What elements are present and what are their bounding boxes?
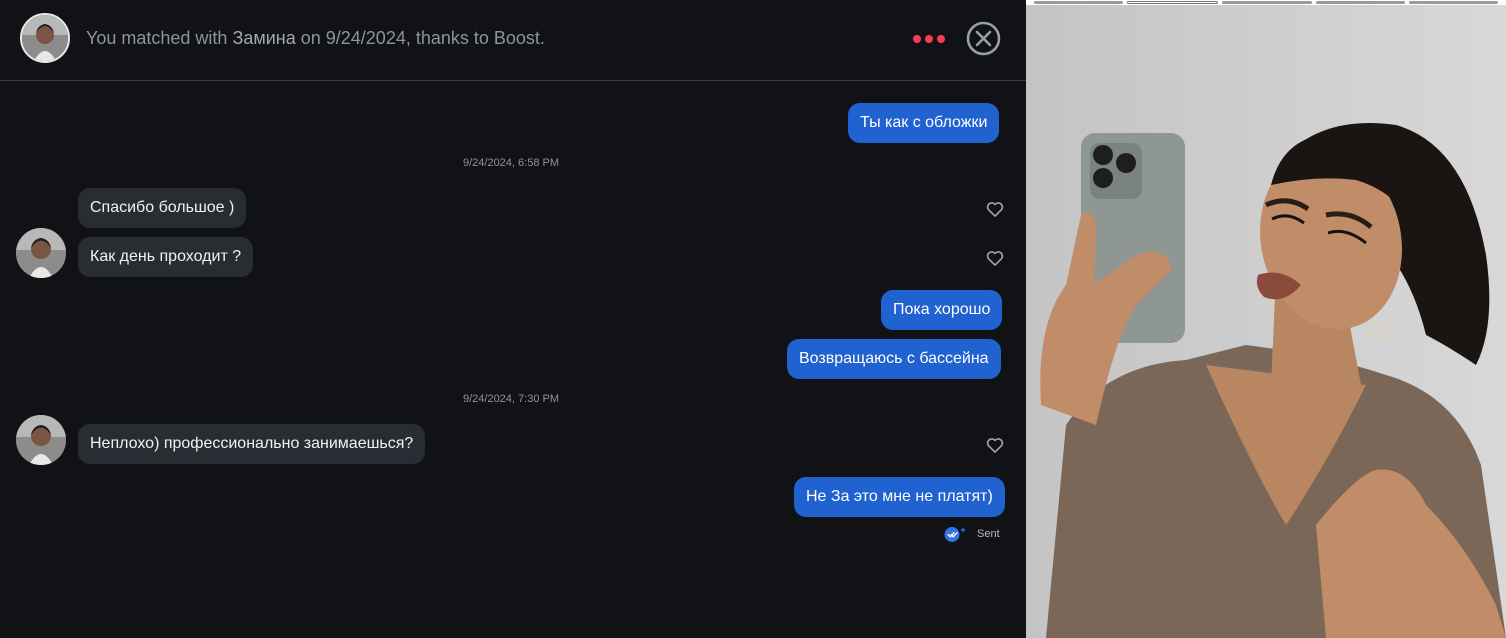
sender-avatar[interactable] — [16, 228, 66, 278]
match-name[interactable]: Замина — [232, 28, 295, 48]
avatar-photo — [22, 15, 68, 61]
delivery-status: Sent — [944, 526, 1000, 542]
match-suffix: on 9/24/2024, thanks to Boost. — [300, 28, 545, 48]
sent-status-label: Sent — [977, 528, 1000, 540]
more-options-icon[interactable] — [913, 34, 945, 44]
message-timestamp: 9/24/2024, 6:58 PM — [462, 157, 559, 169]
photo-progress-segment-active[interactable] — [1127, 1, 1219, 4]
chat-panel: You matched with Замина on 9/24/2024, th… — [0, 0, 1026, 638]
match-avatar[interactable] — [20, 13, 70, 63]
sender-avatar[interactable] — [16, 415, 66, 465]
match-info-text: You matched with Замина on 9/24/2024, th… — [86, 28, 545, 49]
heart-outline-icon[interactable] — [985, 199, 1005, 219]
double-check-icon — [944, 527, 966, 542]
photo-progress-segment[interactable] — [1222, 1, 1312, 4]
message-timestamp: 9/24/2024, 7:30 PM — [462, 393, 559, 405]
incoming-message[interactable]: Неплохо) профессионально занимаешься? — [78, 424, 426, 464]
outgoing-message[interactable]: Ты как с обложки — [848, 103, 1000, 143]
profile-photo-panel[interactable] — [1026, 0, 1506, 638]
heart-outline-icon[interactable] — [985, 435, 1005, 455]
match-prefix: You matched with — [86, 28, 228, 48]
close-circle-icon[interactable] — [966, 21, 1001, 56]
photo-progress-segment[interactable] — [1034, 1, 1124, 4]
profile-photo — [1026, 5, 1506, 638]
chat-header: You matched with Замина on 9/24/2024, th… — [0, 0, 1026, 81]
incoming-message[interactable]: Как день проходит ? — [78, 237, 254, 277]
incoming-message[interactable]: Спасибо большое ) — [78, 188, 247, 228]
outgoing-message[interactable]: Пока хорошо — [881, 290, 1003, 330]
outgoing-message[interactable]: Не За это мне не платят) — [794, 477, 1005, 517]
photo-progress-segment[interactable] — [1408, 1, 1499, 4]
photo-progress-segment[interactable] — [1315, 1, 1405, 4]
outgoing-message[interactable]: Возвращаюсь с бассейна — [787, 339, 1001, 379]
heart-outline-icon[interactable] — [985, 248, 1005, 268]
